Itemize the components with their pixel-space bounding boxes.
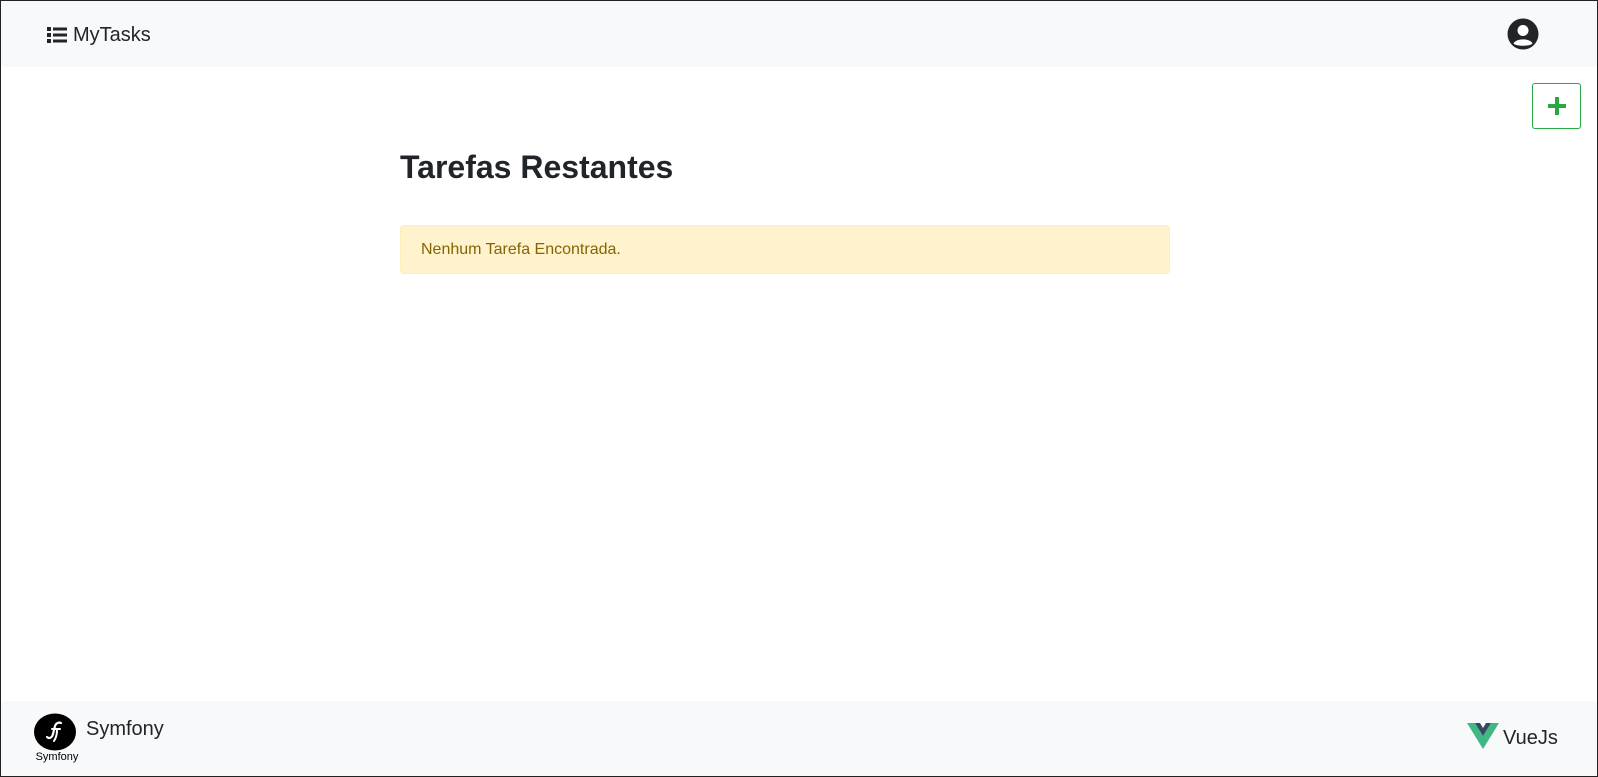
brand-label: MyTasks: [73, 24, 151, 46]
empty-tasks-alert: Nenhum Tarefa Encontrada.: [400, 225, 1170, 274]
symfony-logo: Symfony: [29, 713, 85, 765]
brand-link[interactable]: MyTasks: [47, 23, 151, 47]
symfony-logo-caption: Symfony: [35, 751, 79, 763]
app-window: MyTasks Tarefas Restantes Nenhum Tarefa …: [0, 0, 1598, 777]
page-title: Tarefas Restantes: [400, 149, 674, 185]
navbar: MyTasks: [1, 1, 1597, 67]
plus-icon: [1547, 97, 1566, 115]
symfony-icon: [34, 713, 76, 751]
list-icon: [47, 27, 67, 43]
empty-tasks-message: Nenhum Tarefa Encontrada.: [421, 240, 621, 258]
vue-icon: [1467, 723, 1499, 749]
vue-label: VueJs: [1503, 727, 1558, 749]
add-task-button[interactable]: [1532, 83, 1581, 129]
user-circle-icon[interactable]: [1507, 18, 1539, 50]
footer: Symfony Symfony VueJs: [1, 701, 1597, 776]
symfony-label: Symfony: [86, 718, 164, 740]
